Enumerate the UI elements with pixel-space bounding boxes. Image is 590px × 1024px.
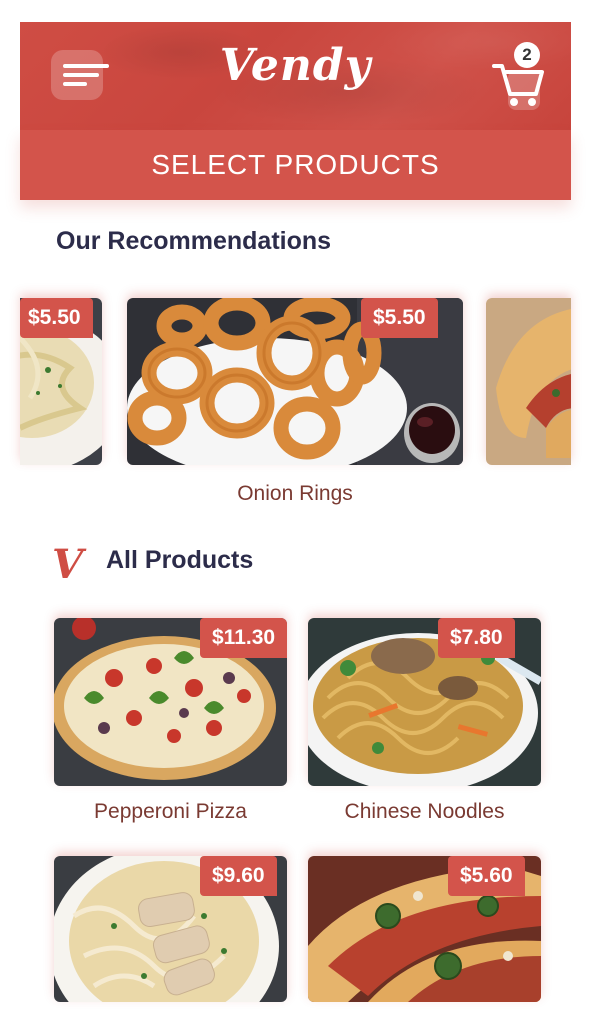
- brand-v-icon: V: [52, 541, 84, 588]
- cart-icon: [492, 64, 544, 106]
- recommendation-card-onion-rings[interactable]: $5.50: [127, 298, 463, 465]
- recommendation-card-pasta[interactable]: $5.50: [20, 298, 102, 465]
- recommendation-name-onion-rings: Onion Rings: [237, 482, 353, 505]
- recommendations-title: Our Recommendations: [56, 227, 332, 255]
- product-card-chinese-noodles[interactable]: $7.80: [308, 618, 541, 786]
- app-header: Vendy 2: [20, 22, 571, 130]
- product-card-pasta[interactable]: $9.60: [54, 856, 287, 1002]
- recommendation-card-hot-dog[interactable]: [486, 298, 571, 465]
- price-tag: $5.50: [20, 298, 93, 338]
- price-tag: $5.60: [448, 856, 525, 896]
- cart-button[interactable]: 2: [490, 42, 544, 110]
- product-name-chinese-noodles: Chinese Noodles: [344, 800, 505, 823]
- all-products-title: All Products: [106, 546, 254, 574]
- hot-dog-image: [486, 298, 571, 465]
- price-tag: $7.80: [438, 618, 515, 658]
- product-card-pepperoni-pizza[interactable]: $11.30: [54, 618, 287, 786]
- cart-count-badge: 2: [514, 42, 540, 68]
- product-card-hot-dogs[interactable]: $5.60: [308, 856, 541, 1002]
- app-logo: Vendy: [219, 40, 372, 91]
- page-title: SELECT PRODUCTS: [20, 130, 571, 200]
- product-name-pepperoni-pizza: Pepperoni Pizza: [94, 800, 247, 823]
- price-tag: $9.60: [200, 856, 277, 896]
- price-tag: $5.50: [361, 298, 438, 338]
- price-tag: $11.30: [200, 618, 287, 658]
